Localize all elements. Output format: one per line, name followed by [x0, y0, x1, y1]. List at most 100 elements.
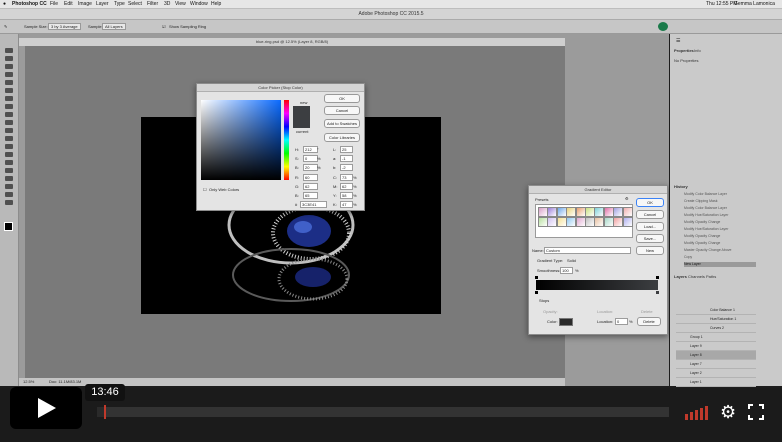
quick-select-tool-icon[interactable]: [5, 72, 13, 77]
presets-gear-icon[interactable]: ⚙: [625, 196, 629, 201]
history-item[interactable]: Modify Opacity Change: [684, 234, 756, 239]
color-stop-left[interactable]: [535, 291, 538, 294]
stop-delete-button[interactable]: Delete: [637, 317, 661, 326]
field-m[interactable]: 62: [340, 183, 353, 190]
tab-properties[interactable]: Properties: [674, 48, 694, 53]
shape-tool-icon[interactable]: [5, 184, 13, 189]
gradient-tool-icon[interactable]: [5, 136, 13, 141]
color-field[interactable]: [201, 100, 281, 180]
gradient-type-select[interactable]: Solid: [567, 258, 576, 263]
path-select-tool-icon[interactable]: [5, 176, 13, 181]
gradient-preset-swatch[interactable]: [622, 217, 633, 227]
field-y[interactable]: 58: [340, 192, 353, 199]
menu-file[interactable]: File: [50, 1, 58, 7]
zoom-tool-icon[interactable]: [5, 200, 13, 205]
menu-view[interactable]: View: [175, 1, 186, 7]
play-button[interactable]: [10, 387, 82, 429]
menu-app[interactable]: Photoshop CC: [12, 1, 47, 7]
tab-info[interactable]: Info: [694, 48, 701, 53]
layer-row[interactable]: Layer 2: [676, 369, 756, 378]
crop-tool-icon[interactable]: [5, 80, 13, 85]
move-tool-icon[interactable]: [5, 48, 13, 53]
field-b[interactable]: 20: [303, 164, 318, 171]
history-item[interactable]: Modify Hue/Saturation Layer: [684, 213, 756, 218]
field-k[interactable]: 47: [340, 201, 353, 208]
field-h[interactable]: 212: [303, 146, 318, 153]
menu-window[interactable]: Window: [190, 1, 208, 7]
tab-paths[interactable]: Paths: [706, 274, 716, 279]
color-libraries-button[interactable]: Color Libraries: [324, 133, 360, 142]
layer-row[interactable]: Curves 2: [676, 324, 756, 333]
gradient-name-field[interactable]: Custom: [544, 247, 631, 254]
brush-tool-icon[interactable]: [5, 104, 13, 109]
hex-field[interactable]: 3C3E41: [300, 201, 327, 208]
creative-cloud-icon[interactable]: [658, 22, 668, 31]
stamp-tool-icon[interactable]: [5, 112, 13, 117]
history-item[interactable]: Modify Opacity Change: [684, 220, 756, 225]
layer-row[interactable]: Hue/Saturation 1: [676, 315, 756, 324]
show-ring-checkbox[interactable]: ☑: [162, 24, 166, 29]
gradient-cancel-button[interactable]: Cancel: [636, 210, 664, 219]
history-item[interactable]: Modify Color Balance Layer: [684, 206, 756, 211]
layer-row[interactable]: Group 1: [676, 333, 756, 342]
gradient-bar[interactable]: [536, 280, 658, 290]
add-to-swatches-button[interactable]: Add to Swatches: [324, 119, 360, 128]
layer-row-selected[interactable]: Layer 8: [676, 351, 756, 360]
menu-layer[interactable]: Layer: [96, 1, 109, 7]
eraser-tool-icon[interactable]: [5, 128, 13, 133]
foreground-color-swatch[interactable]: [4, 222, 13, 231]
sample-size-select[interactable]: 3 by 3 Average: [48, 23, 81, 30]
field-l[interactable]: 25: [340, 146, 353, 153]
tab-channels[interactable]: Channels: [688, 274, 705, 279]
lasso-tool-icon[interactable]: [5, 64, 13, 69]
field-blue[interactable]: 65: [303, 192, 318, 199]
document-tab[interactable]: blue-ring.psd @ 12.5% (Layer 8, RGB/8): [19, 38, 565, 46]
opacity-stop-right[interactable]: [656, 276, 659, 279]
only-web-colors-checkbox[interactable]: ☐: [203, 187, 207, 192]
blur-tool-icon[interactable]: [5, 144, 13, 149]
settings-gear-icon[interactable]: ⚙: [720, 402, 736, 422]
fullscreen-icon[interactable]: [748, 404, 764, 420]
zoom-level[interactable]: 12.5%: [23, 378, 34, 386]
opacity-stop-left[interactable]: [535, 276, 538, 279]
menu-filter[interactable]: Filter: [147, 1, 158, 7]
menu-3d[interactable]: 3D: [164, 1, 170, 7]
gradient-save-button[interactable]: Save...: [636, 234, 664, 243]
gradient-preset-swatch[interactable]: [622, 207, 633, 217]
pen-tool-icon[interactable]: [5, 160, 13, 165]
menu-type[interactable]: Type: [114, 1, 125, 7]
history-item[interactable]: Modify Color Balance Layer: [684, 192, 756, 197]
picker-cancel-button[interactable]: Cancel: [324, 106, 360, 115]
hand-tool-icon[interactable]: [5, 192, 13, 197]
progress-track[interactable]: [97, 407, 669, 417]
layer-row[interactable]: Layer 7: [676, 360, 756, 369]
volume-icon[interactable]: [684, 404, 710, 420]
hue-slider[interactable]: [284, 100, 289, 180]
history-item[interactable]: Copy: [684, 255, 756, 260]
history-item[interactable]: Create Clipping Mask: [684, 199, 756, 204]
healing-tool-icon[interactable]: [5, 96, 13, 101]
field-r[interactable]: 60: [303, 174, 318, 181]
menu-select[interactable]: Select: [128, 1, 142, 7]
tab-history[interactable]: History: [674, 184, 688, 189]
layer-row[interactable]: Layer 9: [676, 342, 756, 351]
sample-select[interactable]: All Layers: [102, 23, 126, 30]
history-item-current[interactable]: New Layer: [684, 262, 756, 267]
gradient-ok-button[interactable]: OK: [636, 198, 664, 207]
menu-edit[interactable]: Edit: [64, 1, 73, 7]
apple-icon[interactable]: ●: [3, 1, 6, 7]
eyedropper-icon[interactable]: ✎: [4, 24, 7, 29]
history-brush-tool-icon[interactable]: [5, 120, 13, 125]
field-c[interactable]: 73: [340, 174, 353, 181]
tab-layers[interactable]: Layers: [674, 274, 687, 279]
eyedropper-tool-icon[interactable]: [5, 88, 13, 93]
type-tool-icon[interactable]: [5, 168, 13, 173]
gradient-load-button[interactable]: Load...: [636, 222, 664, 231]
layer-row[interactable]: Layer 1: [676, 378, 756, 387]
history-item[interactable]: Modify Opacity Change: [684, 241, 756, 246]
stop-color-swatch[interactable]: [559, 318, 573, 326]
marquee-tool-icon[interactable]: [5, 56, 13, 61]
playhead[interactable]: [104, 405, 106, 419]
menu-image[interactable]: Image: [78, 1, 92, 7]
user-name[interactable]: Gemma Lamonica: [734, 1, 775, 7]
